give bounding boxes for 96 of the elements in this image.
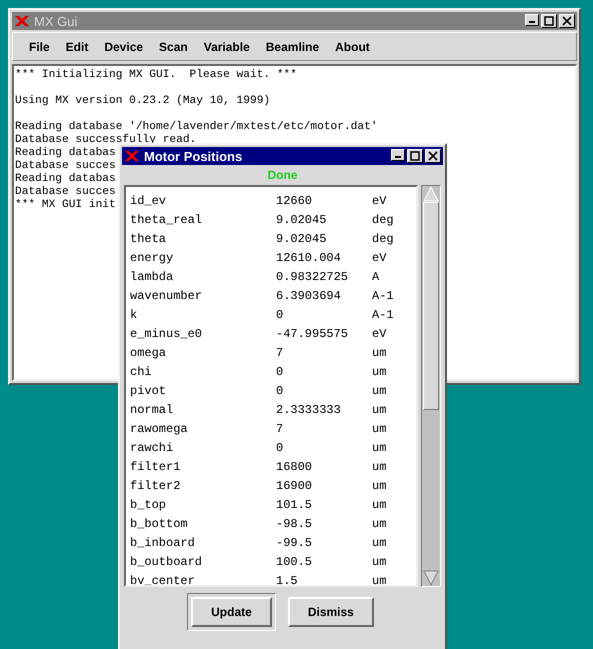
motor-unit: um	[372, 554, 386, 568]
motor-unit: um	[372, 536, 386, 550]
motor-unit: eV	[372, 194, 386, 208]
motor-name: lambda	[130, 270, 174, 284]
motor-value: 0	[276, 364, 284, 378]
motor-name: omega	[130, 346, 168, 360]
motor-name: theta_real	[130, 212, 204, 226]
motor-name: e_minus_e0	[130, 326, 204, 340]
menu-item[interactable]: About	[327, 40, 378, 54]
log-line: Reading databas	[15, 147, 116, 160]
log-line: *** Initializing MX GUI. Please wait. ***	[15, 69, 297, 82]
dialog-button[interactable]: Update	[191, 597, 272, 627]
log-line: Using MX version 0.23.2 (May 10, 1999)	[15, 95, 270, 108]
motor-unit: um	[372, 478, 386, 492]
log-line: *** MX GUI init	[15, 199, 116, 212]
motor-unit: A	[372, 270, 380, 284]
motor-value: 6.3903694	[276, 288, 342, 302]
menu-item[interactable]: Scan	[151, 40, 196, 54]
x-logo-icon	[14, 15, 30, 27]
motor-value: 7	[276, 346, 284, 360]
motor-unit: deg	[372, 232, 394, 246]
minimize-button[interactable]	[391, 149, 405, 161]
motor-name: theta	[130, 232, 168, 246]
motor-name: chi	[130, 364, 153, 378]
motor-name: b_inboard	[130, 536, 196, 550]
motor-value: 16900	[276, 478, 314, 492]
motor-value: 1.5	[276, 574, 299, 585]
motor-value: -98.5	[276, 516, 314, 530]
maximize-icon	[544, 16, 554, 26]
motor-value: 7	[276, 422, 284, 436]
motor-unit: um	[372, 440, 386, 454]
x-logo-icon	[124, 150, 140, 162]
motor-name: filter1	[130, 460, 182, 474]
motor-name: filter2	[130, 478, 182, 492]
motor-value: -99.5	[276, 536, 314, 550]
motor-unit: um	[372, 516, 386, 530]
motor-name: wavenumber	[130, 288, 204, 302]
status-text: Done	[266, 167, 298, 184]
log-line: Reading databas	[15, 173, 116, 186]
motor-name: id_ev	[130, 194, 168, 208]
motor-value: 0	[276, 308, 284, 322]
minimize-icon	[395, 156, 401, 158]
window-title: MX Gui	[34, 14, 78, 28]
motor-name: rawchi	[130, 440, 174, 454]
motor-unit: um	[372, 422, 386, 436]
motor-unit: eV	[372, 326, 386, 340]
motor-value: 101.5	[276, 498, 314, 512]
window-title: Motor Positions	[144, 148, 244, 164]
motor-value: 16800	[276, 460, 314, 474]
maximize-button[interactable]	[407, 149, 423, 163]
motor-value: 9.02045	[276, 212, 328, 226]
motor-unit: A-1	[372, 308, 394, 322]
motor-value: -47.995575	[276, 326, 350, 340]
motor-unit: um	[372, 384, 386, 398]
motor-value: 0	[276, 440, 284, 454]
motor-unit: um	[372, 498, 386, 512]
maximize-icon	[410, 151, 420, 161]
motor-name: normal	[130, 402, 174, 416]
log-line: Reading database '/home/lavender/mxtest/etc/motor.dat'	[15, 121, 378, 134]
menu-item[interactable]: Device	[96, 40, 152, 54]
motor-value: 0.98322725	[276, 270, 350, 284]
motor-name: bv_center	[130, 574, 196, 585]
motor-value: 9.02045	[276, 232, 328, 246]
motor-unit: um	[372, 402, 386, 416]
close-icon	[428, 151, 438, 161]
menu-item[interactable]: Edit	[58, 40, 96, 54]
motor-unit: um	[372, 346, 386, 360]
motor-name: rawomega	[130, 422, 189, 436]
motor-unit: deg	[372, 212, 394, 226]
motor-name: b_outboard	[130, 554, 204, 568]
motor-unit: A-1	[372, 288, 394, 302]
log-line: Database succes	[15, 160, 116, 172]
log-line: Database successfully read.	[15, 134, 196, 146]
motor-name: b_top	[130, 498, 168, 512]
motor-name: pivot	[130, 384, 168, 398]
motor-value: 2.3333333	[276, 402, 342, 416]
motor-unit: eV	[372, 250, 386, 264]
menu-item[interactable]: Beamline	[258, 40, 328, 54]
motor-value: 12610.004	[276, 250, 342, 264]
log-line: Database succes	[15, 186, 116, 198]
motor-unit: um	[372, 460, 386, 474]
menu-item[interactable]: Variable	[196, 40, 258, 54]
close-button[interactable]	[425, 149, 441, 163]
menu-item[interactable]: File	[21, 40, 58, 54]
motor-unit: um	[372, 364, 386, 378]
motor-name: b_bottom	[130, 516, 189, 530]
motor-name: energy	[130, 250, 174, 264]
minimize-icon	[529, 21, 535, 23]
scrollbar[interactable]	[421, 185, 441, 587]
motor-name: k	[130, 308, 138, 322]
motor-value: 100.5	[276, 554, 314, 568]
motor-value: 12660	[276, 194, 314, 208]
motor-value: 0	[276, 384, 284, 398]
motor-unit: um	[372, 574, 386, 585]
close-icon	[562, 16, 572, 26]
dialog-button[interactable]: Dismiss	[288, 597, 374, 627]
